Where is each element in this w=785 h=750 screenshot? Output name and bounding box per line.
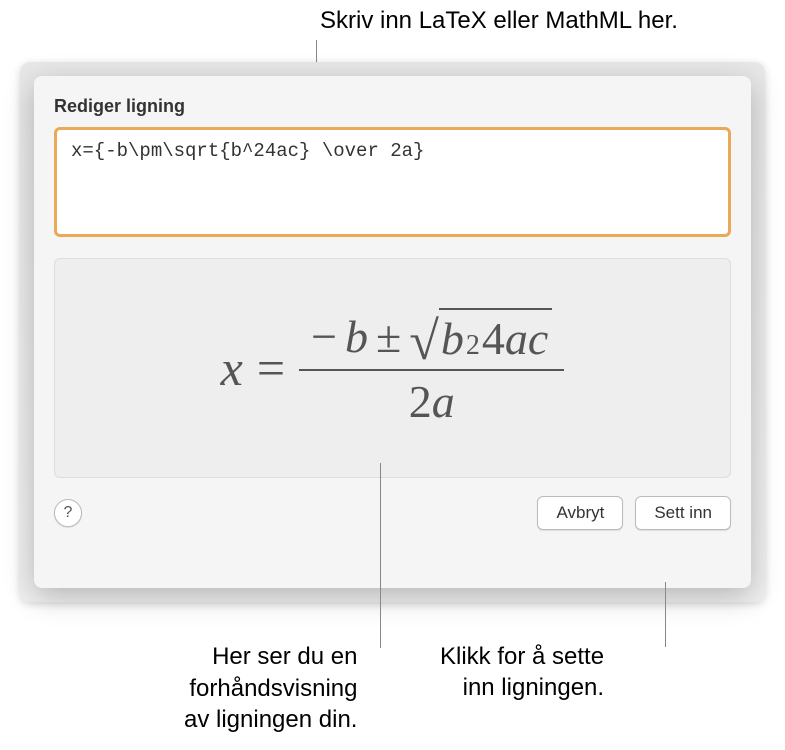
eq-fraction: −b ± √ b24ac 2a [299, 308, 564, 428]
eq-b: b [345, 310, 368, 363]
callout-input: Skriv inn LaTeX eller MathML her. [320, 5, 678, 36]
equation-input[interactable] [54, 127, 731, 237]
eq-variable-x: x [221, 339, 243, 397]
dialog-title: Rediger ligning [54, 96, 731, 117]
help-button[interactable]: ? [54, 499, 82, 527]
eq-sqrt: √ b24ac [409, 308, 552, 365]
cancel-button[interactable]: Avbryt [537, 496, 623, 530]
eq-numerator: −b ± √ b24ac [299, 308, 564, 371]
preview-pointer [385, 308, 401, 316]
eq-c: c [528, 312, 548, 365]
callout-insert: Klikk for å sette inn ligningen. [440, 641, 604, 703]
rendered-equation: x = −b ± √ b24ac 2a [221, 308, 565, 428]
dialog-wrapper: Rediger ligning x = −b ± √ b24ac [20, 62, 765, 602]
button-group: Avbryt Sett inn [537, 496, 731, 530]
eq-four: 4 [482, 312, 505, 365]
eq-plusminus: ± [376, 310, 401, 363]
callout-preview: Her ser du en forhåndsvisning av ligning… [184, 641, 357, 735]
eq-b2: b [441, 312, 464, 365]
callout-line-preview [380, 463, 381, 648]
callout-preview-line2: forhåndsvisning [184, 673, 357, 704]
eq-denominator: 2a [409, 371, 455, 428]
callout-preview-line3: av ligningen din. [184, 704, 357, 735]
eq-equals: = [257, 339, 285, 397]
dialog-footer: ? Avbryt Sett inn [54, 496, 731, 530]
equation-preview: x = −b ± √ b24ac 2a [54, 258, 731, 478]
equation-dialog: Rediger ligning x = −b ± √ b24ac [34, 76, 751, 588]
eq-radicand: b24ac [439, 308, 552, 365]
callout-line-insert [665, 582, 666, 647]
callout-preview-line1: Her ser du en [184, 641, 357, 672]
callout-insert-line1: Klikk for å sette [440, 641, 604, 672]
radical-icon: √ [409, 314, 439, 371]
eq-a-denom: a [432, 376, 455, 427]
eq-a: a [505, 312, 528, 365]
callout-insert-line2: inn ligningen. [440, 672, 604, 703]
eq-two: 2 [409, 376, 432, 427]
eq-minus: − [311, 310, 337, 363]
insert-button[interactable]: Sett inn [635, 496, 731, 530]
eq-sup2: 2 [466, 330, 480, 362]
